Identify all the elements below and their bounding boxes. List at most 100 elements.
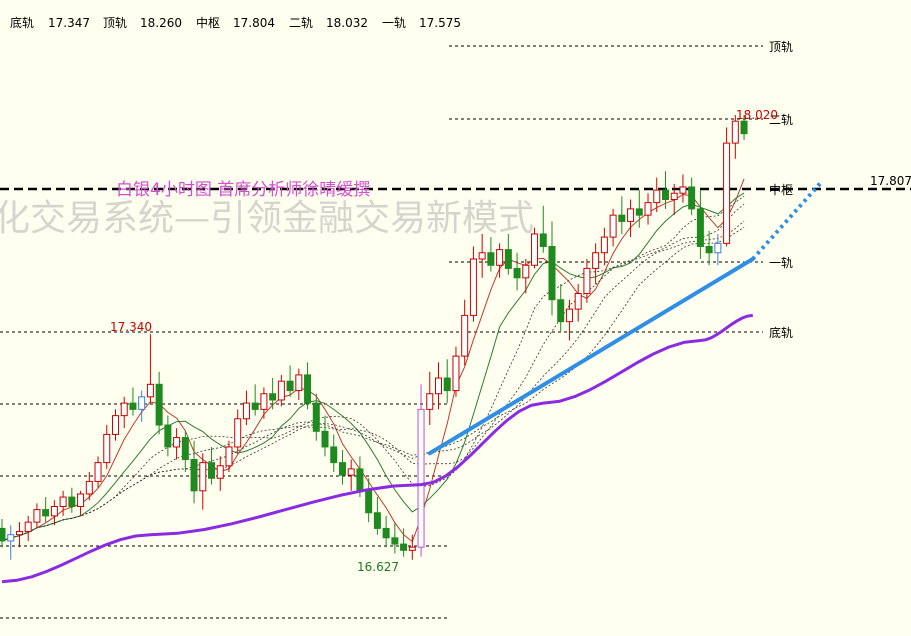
candle-body <box>312 402 320 432</box>
candle-body <box>269 393 277 401</box>
candle-body <box>731 120 739 144</box>
candle-body <box>208 462 216 479</box>
candle-body <box>68 496 76 507</box>
chart-subtitle: 白银4小时图 首席分析师徐晴缓撰 <box>116 180 370 200</box>
candle-body <box>600 236 608 254</box>
candle-body <box>627 208 635 222</box>
candle-body <box>356 468 364 492</box>
candle-body <box>452 355 460 392</box>
header-label-rail-two: 二轨 <box>289 16 313 30</box>
candle-body <box>260 393 268 410</box>
candle-body <box>77 493 85 507</box>
header-bar: 底轨 17.347 顶轨 18.260 中枢 17.804 二轨 18.032 … <box>10 15 461 30</box>
candle-body <box>705 245 713 254</box>
annotation-swing-high: 17.340 <box>110 320 152 334</box>
candle-body <box>277 380 285 401</box>
header-label-rail-one: 一轨 <box>382 16 406 30</box>
candle-body <box>723 142 731 244</box>
candle-body <box>435 377 442 395</box>
candle-body <box>330 446 338 464</box>
candle-body <box>24 521 32 533</box>
header-label-bottom-rail: 底轨 <box>10 15 34 30</box>
candle-body <box>173 437 181 448</box>
candle-body <box>164 424 172 448</box>
chart-background <box>0 0 911 636</box>
header-value-rail-one: 17.575 <box>419 16 461 30</box>
candle-body <box>0 527 6 542</box>
candle-body <box>565 308 573 323</box>
candle-body <box>347 468 355 476</box>
candle-body <box>461 314 469 357</box>
level-label-center: 中枢 <box>769 182 793 197</box>
candle-body <box>42 509 50 517</box>
candle-body <box>225 446 233 467</box>
candle-body <box>408 546 416 551</box>
candle-body <box>251 402 259 410</box>
candle-body <box>618 214 626 222</box>
candle-body <box>679 186 687 194</box>
candle-body <box>94 462 102 482</box>
candle-body <box>504 249 512 269</box>
candle-body <box>50 505 58 517</box>
candle-body <box>103 433 111 464</box>
candle-body <box>539 233 547 247</box>
candle-body <box>670 192 678 200</box>
candle <box>531 227 539 269</box>
candle-body <box>120 402 128 417</box>
candle <box>723 127 731 247</box>
candle-body <box>33 509 41 523</box>
candle-body <box>696 208 704 247</box>
candle-body <box>199 462 207 492</box>
candle-body <box>365 490 373 514</box>
candle-body <box>635 208 643 216</box>
price-chart: 底轨 17.347 顶轨 18.260 中枢 17.804 二轨 18.032 … <box>0 0 911 636</box>
header-label-center: 中枢 <box>196 15 220 30</box>
candle-body <box>688 186 696 210</box>
level-label-top: 顶轨 <box>769 40 793 54</box>
candle-body <box>155 383 163 426</box>
candle-body <box>111 415 119 435</box>
candle-body <box>15 531 23 536</box>
candle-body <box>85 480 93 495</box>
level-label-bottom: 底轨 <box>769 325 793 340</box>
candle-body <box>216 465 224 479</box>
candle-body <box>548 245 556 301</box>
header-value-top-rail: 18.260 <box>140 16 182 30</box>
candle-body <box>714 242 722 254</box>
annotation-current: 17.807 <box>870 174 911 188</box>
candle-body <box>644 202 652 216</box>
candle-body <box>531 233 539 266</box>
header-value-rail-two: 18.032 <box>326 16 368 30</box>
candle-body <box>417 408 425 548</box>
candle-body <box>443 377 451 392</box>
candle-body <box>661 189 669 200</box>
candle-body <box>242 402 250 420</box>
candle-body <box>487 252 495 266</box>
candle-body <box>304 374 312 404</box>
candle-body <box>400 543 408 551</box>
candle <box>417 384 425 557</box>
candle-body <box>496 249 504 266</box>
candle-body <box>574 292 582 310</box>
candle-body <box>286 380 294 392</box>
candle-body <box>129 402 137 410</box>
level-label-one: 一轨 <box>769 256 793 270</box>
candle-body <box>557 299 565 323</box>
candle-body <box>181 437 189 460</box>
candle-body <box>321 430 329 448</box>
candle-body <box>7 534 15 542</box>
candle-body <box>138 396 146 410</box>
candle-body <box>740 120 748 135</box>
candle-body <box>382 527 390 539</box>
candle-body <box>609 214 617 238</box>
candle-body <box>295 374 303 392</box>
candle-body <box>469 258 477 316</box>
candle-body <box>146 383 154 398</box>
candle-body <box>338 462 346 476</box>
header-value-bottom-rail: 17.347 <box>48 16 90 30</box>
candle-body <box>426 393 434 410</box>
candle-body <box>373 512 381 529</box>
watermark: 化交易系统—引领金融交易新模式 <box>0 198 534 239</box>
candle-body <box>478 252 486 260</box>
candle-body <box>522 264 530 279</box>
